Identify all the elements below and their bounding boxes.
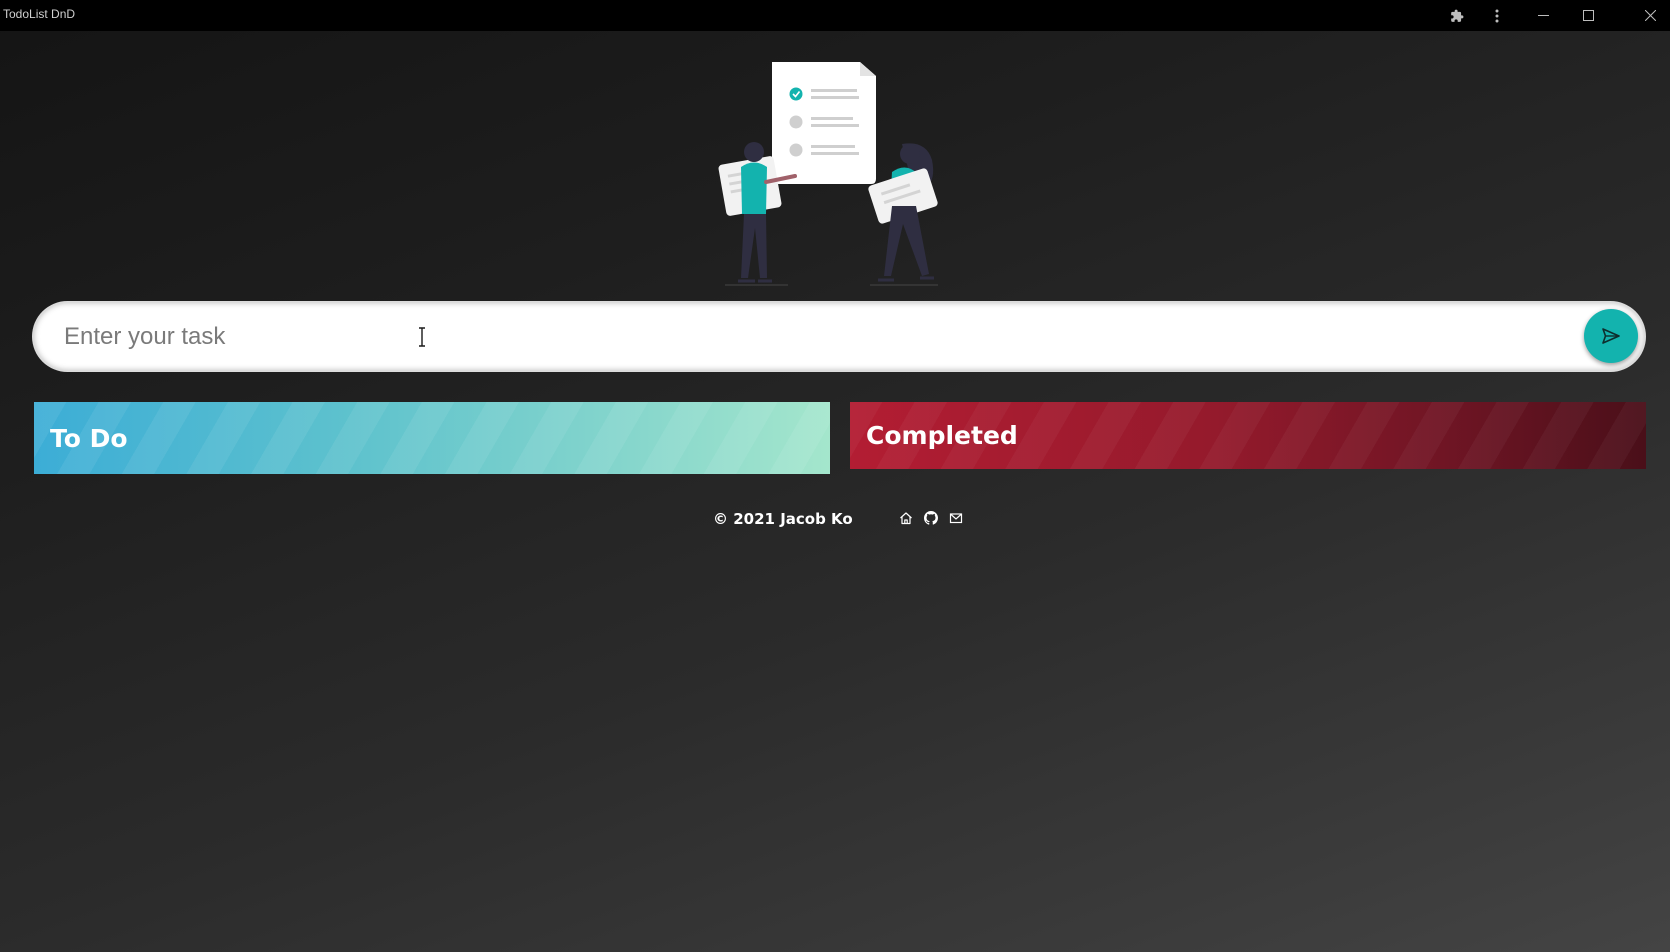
maximize-button[interactable] — [1568, 0, 1608, 31]
window-titlebar: TodoList DnD — [0, 0, 1670, 31]
more-options-button[interactable] — [1477, 0, 1517, 31]
extensions-button[interactable] — [1437, 0, 1477, 31]
mail-link[interactable] — [948, 510, 963, 525]
completed-column-title: Completed — [866, 421, 1018, 450]
task-input[interactable] — [62, 311, 1536, 363]
footer-links — [898, 510, 963, 525]
copyright-text: © 2021 Jacob Ko — [713, 510, 853, 528]
completed-column-header[interactable]: Completed — [850, 402, 1646, 469]
home-icon — [899, 511, 912, 524]
github-link[interactable] — [923, 510, 938, 525]
todo-column-title: To Do — [50, 423, 128, 453]
close-button[interactable] — [1630, 0, 1670, 31]
github-icon — [923, 510, 938, 525]
maximize-icon — [1582, 10, 1594, 21]
close-icon — [1644, 10, 1656, 21]
task-input-container — [34, 303, 1644, 370]
mail-icon — [949, 512, 962, 523]
add-task-button[interactable] — [1584, 309, 1638, 363]
footer: © 2021 Jacob Ko — [713, 509, 962, 529]
more-vert-icon — [1495, 9, 1499, 22]
send-icon — [1602, 328, 1620, 344]
minimize-icon — [1537, 15, 1549, 16]
puzzle-icon — [1451, 9, 1464, 22]
home-link[interactable] — [898, 510, 913, 525]
text-cursor-icon — [419, 327, 425, 347]
check-circle-icon — [789, 87, 803, 101]
minimize-button[interactable] — [1523, 0, 1563, 31]
person-right-figure — [868, 143, 938, 286]
todo-column-header[interactable]: To Do — [34, 402, 830, 474]
app-title: TodoList DnD — [3, 7, 76, 21]
checklist-illustration — [718, 62, 938, 286]
